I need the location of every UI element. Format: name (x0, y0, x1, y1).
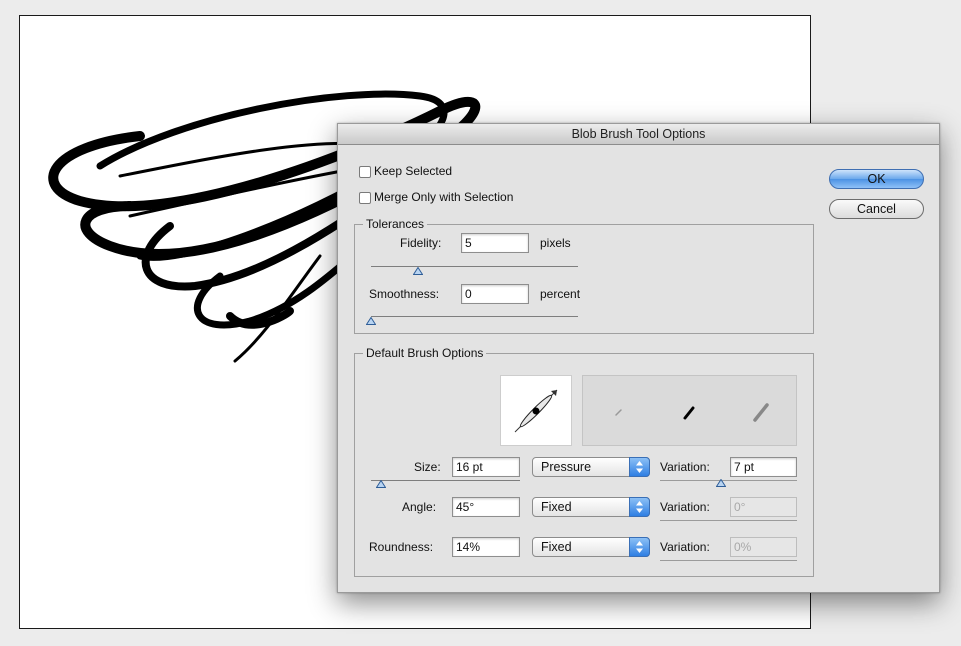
merge-only-checkbox[interactable] (359, 192, 371, 204)
smoothness-label: Smoothness: (369, 287, 440, 301)
fidelity-input[interactable]: 5 (461, 233, 529, 253)
fidelity-label: Fidelity: (400, 236, 442, 250)
merge-only-label: Merge Only with Selection (374, 190, 514, 204)
roundness-input[interactable]: 14% (452, 537, 520, 557)
brush-angle-preview[interactable] (500, 375, 572, 446)
dialog-title: Blob Brush Tool Options (338, 124, 939, 145)
tolerances-legend: Tolerances (363, 217, 428, 231)
size-variation-slider-track[interactable] (660, 480, 797, 481)
roundness-variation-slider-track (660, 560, 797, 561)
roundness-variation-input: 0% (730, 537, 797, 557)
smoothness-slider-thumb[interactable] (366, 317, 376, 325)
size-variation-slider-thumb[interactable] (716, 479, 726, 487)
size-label: Size: (414, 460, 441, 474)
roundness-mode-select[interactable]: Fixed (532, 537, 650, 557)
brush-preview-strokes (615, 403, 769, 422)
size-input[interactable]: 16 pt (452, 457, 520, 477)
size-slider-track[interactable] (371, 480, 520, 481)
angle-mode-select[interactable]: Fixed (532, 497, 650, 517)
angle-variation-label: Variation: (660, 500, 710, 514)
brush-variation-preview (582, 375, 797, 446)
roundness-label: Roundness: (369, 540, 434, 554)
angle-input[interactable]: 45° (452, 497, 520, 517)
size-variation-input[interactable]: 7 pt (730, 457, 797, 477)
select-arrows-icon (629, 497, 650, 517)
brush-options-legend: Default Brush Options (363, 346, 487, 360)
fidelity-slider-thumb[interactable] (413, 267, 423, 275)
size-mode-value: Pressure (541, 460, 592, 474)
fidelity-slider-track[interactable] (371, 266, 578, 267)
select-arrows-icon (629, 457, 650, 477)
roundness-variation-label: Variation: (660, 540, 710, 554)
select-arrows-icon (629, 537, 650, 557)
smoothness-input[interactable]: 0 (461, 284, 529, 304)
fidelity-unit: pixels (540, 236, 571, 250)
keep-selected-label: Keep Selected (374, 164, 453, 178)
blob-brush-options-dialog: Blob Brush Tool Options Keep Selected Me… (337, 123, 940, 593)
size-slider-thumb[interactable] (376, 480, 386, 488)
angle-mode-value: Fixed (541, 500, 572, 514)
cancel-button[interactable]: Cancel (829, 199, 924, 219)
angle-label: Angle: (402, 500, 437, 514)
roundness-mode-value: Fixed (541, 540, 572, 554)
size-variation-label: Variation: (660, 460, 710, 474)
keep-selected-checkbox[interactable] (359, 166, 371, 178)
angle-variation-slider-track (660, 520, 797, 521)
size-mode-select[interactable]: Pressure (532, 457, 650, 477)
smoothness-unit: percent (540, 287, 581, 301)
angle-variation-input: 0° (730, 497, 797, 517)
smoothness-slider-track[interactable] (371, 316, 578, 317)
brush-shape-icon (514, 389, 558, 433)
ok-button[interactable]: OK (829, 169, 924, 189)
